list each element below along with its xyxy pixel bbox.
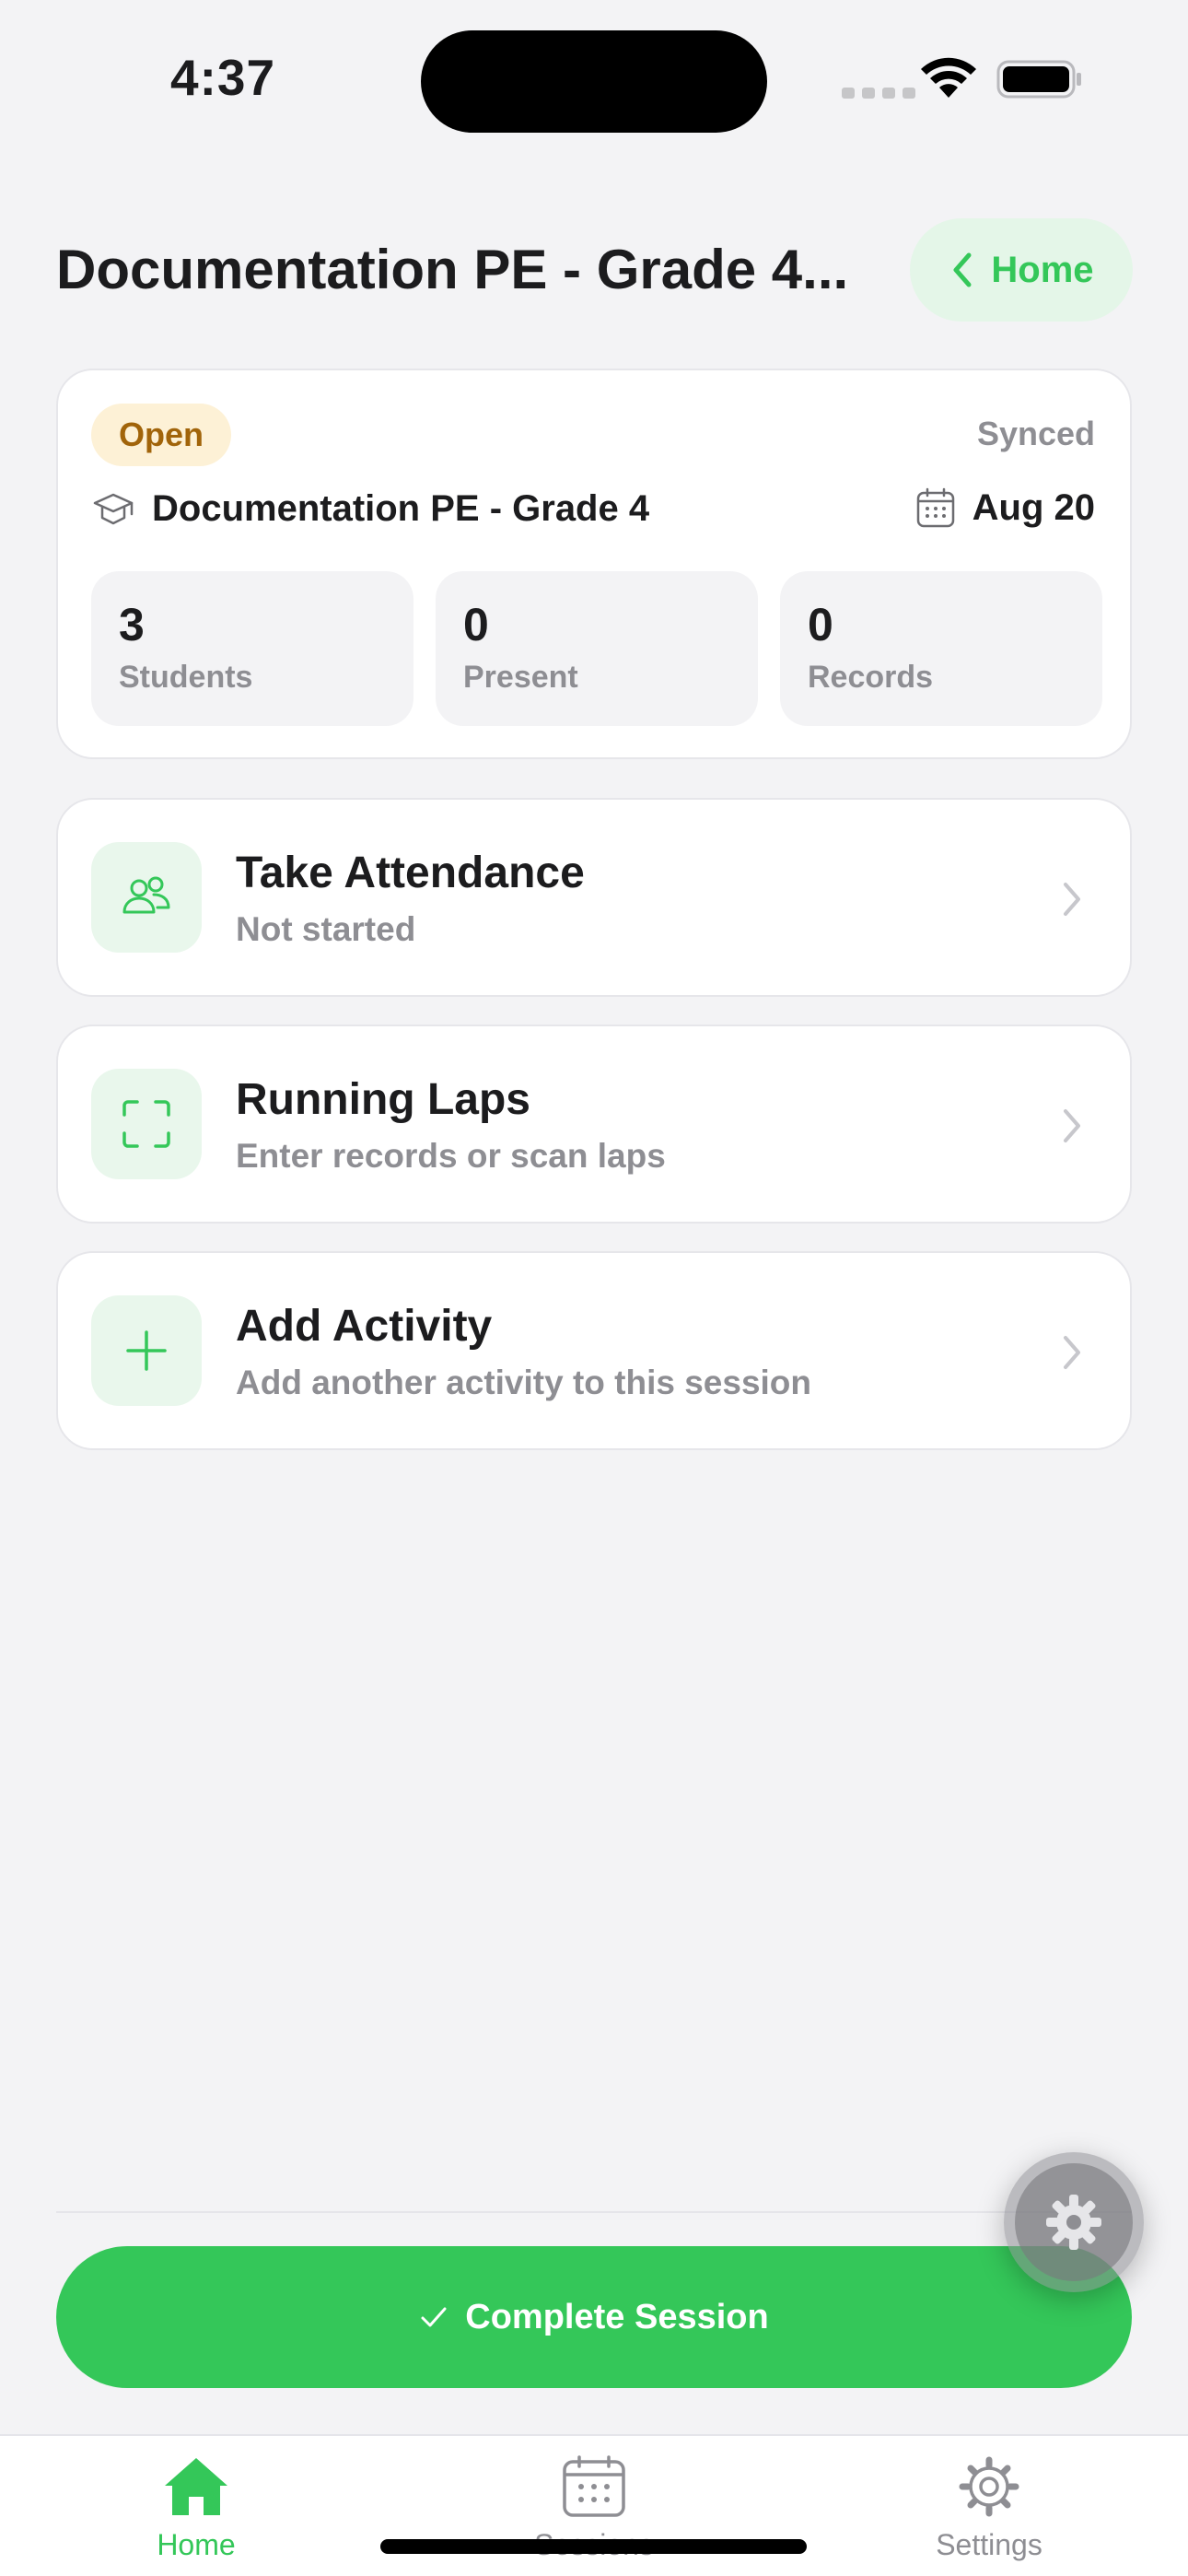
stat-label: Present [463, 660, 578, 695]
checkmark-icon [421, 2307, 447, 2327]
house-icon [165, 2458, 227, 2515]
calendar-icon [916, 487, 954, 528]
stats-row: 3 Students 0 Present 0 Records [91, 571, 1102, 726]
stat-label: Students [119, 660, 253, 695]
tab-label: Settings [936, 2528, 1042, 2561]
chevron-right-icon [1064, 1109, 1080, 1142]
action-title: Running Laps [236, 1075, 530, 1124]
graduation-cap-icon [93, 493, 134, 525]
chevron-right-icon [1064, 883, 1080, 916]
wifi-icon [921, 57, 976, 98]
home-indicator[interactable] [380, 2539, 807, 2554]
sync-status: Synced [976, 415, 1095, 452]
status-badge: Open [91, 404, 232, 466]
stat-value: 0 [808, 599, 833, 650]
chevron-right-icon [1064, 1336, 1080, 1369]
stat-value: 3 [119, 599, 145, 650]
cellular-signal-icon [842, 88, 915, 99]
status-time: 4:37 [170, 49, 276, 106]
class-row: Documentation PE - Grade 4 [91, 486, 649, 531]
stat-records: 0 Records [780, 571, 1102, 726]
action-icon-tile [91, 1069, 202, 1179]
stat-value: 0 [463, 599, 489, 650]
scan-frame-icon [122, 1100, 170, 1148]
class-name: Documentation PE - Grade 4 [152, 487, 650, 529]
action-subtitle: Not started [236, 910, 416, 948]
people-icon [122, 876, 170, 914]
plus-icon [126, 1330, 167, 1371]
home-back-button[interactable]: Home [910, 218, 1133, 322]
add-activity-row[interactable]: Add Activity Add another activity to thi… [56, 1251, 1132, 1450]
floating-settings-button[interactable] [1004, 2152, 1144, 2292]
tab-home[interactable]: Home [76, 2454, 316, 2562]
action-subtitle: Enter records or scan laps [236, 1137, 666, 1175]
calendar-icon [563, 2455, 625, 2517]
action-subtitle: Add another activity to this session [236, 1364, 812, 1401]
take-attendance-row[interactable]: Take Attendance Not started [56, 798, 1132, 997]
tab-label: Home [157, 2528, 236, 2561]
running-laps-row[interactable]: Running Laps Enter records or scan laps [56, 1025, 1132, 1224]
action-title: Add Activity [236, 1302, 493, 1351]
battery-icon [996, 60, 1081, 99]
home-back-label: Home [991, 249, 1094, 290]
stat-label: Records [808, 660, 934, 695]
gear-icon [1046, 2195, 1101, 2250]
complete-session-label: Complete Session [465, 2297, 769, 2336]
bottom-divider [56, 2211, 1132, 2213]
chevron-left-icon [953, 252, 972, 287]
floating-settings-inner [1015, 2163, 1133, 2281]
complete-session-button[interactable]: Complete Session [56, 2246, 1132, 2388]
stat-students: 3 Students [91, 571, 413, 726]
action-title: Take Attendance [236, 849, 585, 897]
action-icon-tile [91, 842, 202, 953]
tab-bar: Home Sessions [0, 2434, 1188, 2576]
date-row: Aug 20 [915, 486, 1095, 529]
session-date: Aug 20 [972, 486, 1095, 528]
page-title: Documentation PE - Grade 4... [56, 239, 849, 300]
status-bar: 4:37 [0, 0, 1188, 157]
tab-settings[interactable]: Settings [869, 2454, 1109, 2562]
dynamic-island [421, 30, 767, 133]
screen: 4:37 Documentation PE - Grade 4... Home … [0, 0, 1188, 2576]
stat-present: 0 Present [436, 571, 758, 726]
action-icon-tile [91, 1295, 202, 1406]
session-summary-card: Open Synced Documentation PE - Grade 4 A… [56, 369, 1132, 759]
gear-icon [959, 2456, 1019, 2517]
